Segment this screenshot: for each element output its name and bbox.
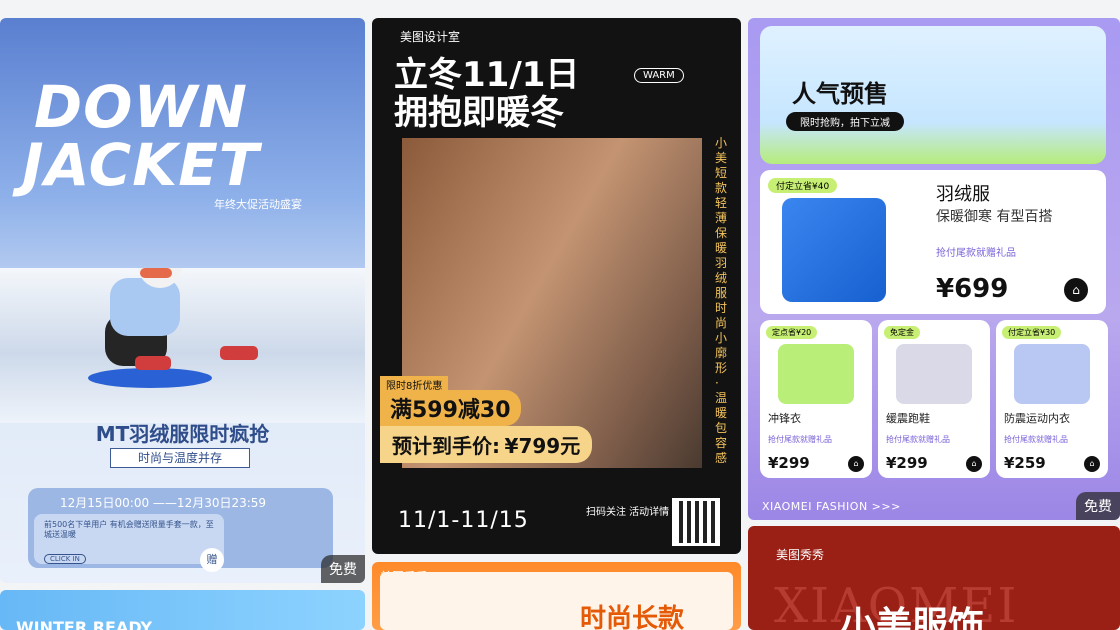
gift-text: 抢付尾款就赠礼品 bbox=[936, 248, 1016, 259]
headline: 立冬11/1日 拥抱即暖冬 bbox=[394, 56, 579, 132]
template-card-winter-ready[interactable]: WINTER READY bbox=[0, 590, 365, 630]
headline-jacket: JACKET bbox=[22, 131, 260, 199]
card-title: WINTER READY bbox=[16, 618, 153, 630]
mini-product-2: 免定金 缓震跑鞋 抢付尾款就赠礼品 ¥299 ⌂ bbox=[878, 320, 990, 478]
card-title: MT羽绒服限时疯抢 bbox=[95, 422, 270, 446]
coupon: 前500名下单用户 有机会赠送限量手套一款，至城送温暖 CLICK IN bbox=[34, 514, 224, 564]
discount-label: 付定立省¥40 bbox=[768, 178, 838, 193]
mini-label: 付定立省¥30 bbox=[1002, 326, 1062, 339]
template-card-winter-coat[interactable]: 美图设计室 立冬11/1日 拥抱即暖冬 WARM 小美短款轻薄保暖羽绒服 时尚小… bbox=[372, 18, 741, 554]
mini-price: ¥299 bbox=[886, 454, 928, 472]
windbreaker-image bbox=[778, 344, 854, 404]
snowboard-photo bbox=[0, 244, 365, 423]
mini-name: 缓震跑鞋 bbox=[886, 412, 930, 425]
cart-icon[interactable]: ⌂ bbox=[1064, 278, 1088, 302]
mini-price: ¥299 bbox=[768, 454, 810, 472]
running-shoe-image bbox=[896, 344, 972, 404]
product-desc: 保暖御寒 有型百搭 bbox=[936, 209, 1053, 225]
cart-icon[interactable]: ⌂ bbox=[1084, 456, 1100, 472]
warm-tag: WARM bbox=[634, 68, 684, 83]
hero-banner: 人气预售 限时抢购，拍下立减 bbox=[760, 26, 1106, 164]
mini-label: 免定金 bbox=[884, 326, 920, 339]
template-card-down-jacket[interactable]: DOWN JACKET 年终大促活动盛宴 MT羽绒服限时疯抢 时尚与温度并存 1… bbox=[0, 18, 365, 583]
template-card-fashion-long[interactable]: 美图秀秀 时尚长款 bbox=[372, 562, 741, 630]
gift-icon: 赠 bbox=[200, 548, 224, 572]
product-name: 羽绒服 bbox=[936, 184, 990, 205]
product-price: ¥699 bbox=[936, 274, 1009, 304]
headline-down: DOWN bbox=[34, 73, 248, 141]
footer-text: XIAOMEI FASHION >>> bbox=[762, 500, 901, 513]
mini-price: ¥259 bbox=[1004, 454, 1046, 472]
headline-line-2: 拥抱即暖冬 bbox=[394, 93, 564, 133]
brand-label: 美图秀秀 bbox=[776, 548, 825, 562]
headline-line-1: 立冬11/1日 bbox=[394, 55, 580, 95]
mini-gift: 抢付尾款就赠礼品 bbox=[886, 435, 950, 444]
subtitle: 年终大促活动盛宴 bbox=[214, 198, 302, 211]
tagline: 时尚与温度并存 bbox=[110, 448, 250, 468]
mini-product-3: 付定立省¥30 防震运动内衣 抢付尾款就赠礼品 ¥259 ⌂ bbox=[996, 320, 1108, 478]
cart-icon[interactable]: ⌂ bbox=[848, 456, 864, 472]
hero-title: 人气预售 bbox=[792, 80, 888, 108]
promo-price-label: 预计到手价: bbox=[392, 434, 500, 458]
hero-pill: 限时抢购，拍下立减 bbox=[786, 112, 904, 131]
free-badge: 免费 bbox=[321, 555, 365, 583]
scan-text: 扫码关注 活动详情 bbox=[586, 507, 670, 518]
sports-bra-image bbox=[1014, 344, 1090, 404]
template-gallery: DOWN JACKET 年终大促活动盛宴 MT羽绒服限时疯抢 时尚与温度并存 1… bbox=[0, 0, 1120, 630]
mini-label: 定点省¥20 bbox=[766, 326, 818, 339]
promo-discount: 满599减30 bbox=[380, 390, 521, 426]
free-badge: 免费 bbox=[1076, 492, 1120, 520]
template-card-xiaomei[interactable]: 美图秀秀 XIAOMEI 小美服饰 bbox=[748, 526, 1120, 630]
card-title: 小美服饰 bbox=[840, 605, 985, 630]
promo-price-value: ¥799元 bbox=[504, 434, 581, 458]
event-dates: 11/1-11/15 bbox=[398, 508, 529, 533]
snowboarder-illustration bbox=[88, 244, 258, 388]
mini-product-1: 定点省¥20 冲锋衣 抢付尾款就赠礼品 ¥299 ⌂ bbox=[760, 320, 872, 478]
promo-price: 预计到手价: ¥799元 bbox=[380, 426, 593, 463]
vertical-copy: 小美短款轻薄保暖羽绒服 时尚小廓形·温暖包容感 bbox=[715, 136, 728, 465]
cart-icon[interactable]: ⌂ bbox=[966, 456, 982, 472]
mini-gift: 抢付尾款就赠礼品 bbox=[1004, 435, 1068, 444]
qr-code-icon bbox=[672, 498, 720, 546]
mini-name: 防震运动内衣 bbox=[1004, 412, 1070, 425]
brand-label: 美图设计室 bbox=[400, 30, 461, 44]
jacket-image bbox=[782, 198, 886, 302]
mini-name: 冲锋衣 bbox=[768, 412, 801, 425]
coupon-text: 前500名下单用户 有机会赠送限量手套一款，至城送温暖 bbox=[44, 520, 214, 539]
card-headline: 时尚长款 bbox=[580, 604, 685, 630]
main-product-card: 付定立省¥40 羽绒服 保暖御寒 有型百搭 抢付尾款就赠礼品 ¥699 ⌂ bbox=[760, 170, 1106, 314]
click-in-button[interactable]: CLICK IN bbox=[44, 554, 86, 564]
mini-gift: 抢付尾款就赠礼品 bbox=[768, 435, 832, 444]
date-range: 12月15日00:00 ——12月30日23:59 bbox=[60, 496, 267, 510]
template-card-presale[interactable]: 人气预售 限时抢购，拍下立减 付定立省¥40 羽绒服 保暖御寒 有型百搭 抢付尾… bbox=[748, 18, 1120, 520]
